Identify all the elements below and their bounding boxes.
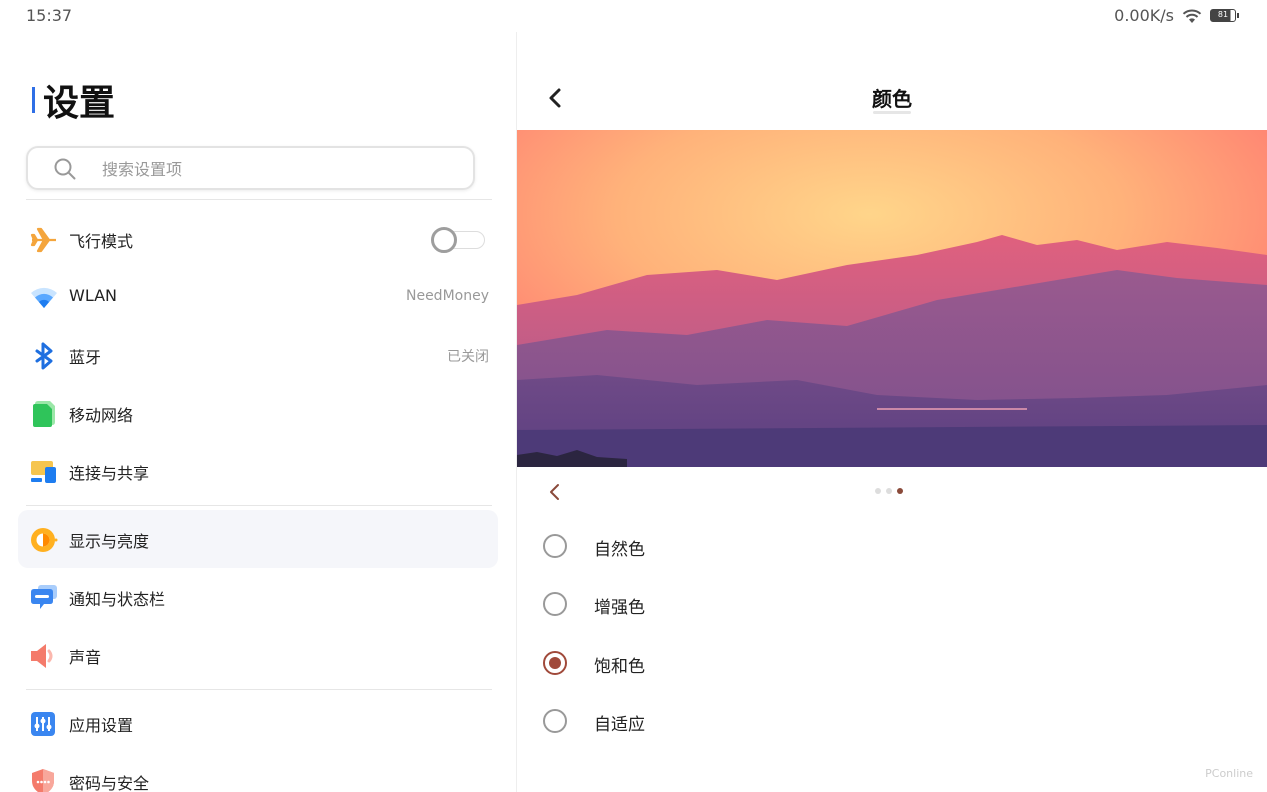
wifi-icon [1182,9,1202,23]
divider [26,505,492,506]
sidebar-item-sound[interactable]: 声音 [18,626,498,684]
search-input[interactable] [102,156,442,182]
sidebar-item-bluetooth[interactable]: 蓝牙 已关闭 [18,326,498,384]
pager-dot [886,488,892,494]
sidebar-item-label: 连接与共享 [69,464,150,483]
detail-title: 颜色 [872,87,912,111]
watermark: PConline [1205,767,1253,780]
pager-dot-active [897,488,903,494]
app-settings-icon [31,712,55,736]
wifi-icon [31,287,57,308]
status-bar: 15:37 0.00K/s 81 [0,0,1267,32]
color-detail-pane: 颜色 自然色 增强色 饱和色 自适应 [517,32,1267,792]
sidebar-item-label: 显示与亮度 [69,532,150,551]
notification-icon [31,585,57,609]
sidebar-item-label: WLAN [69,286,118,305]
settings-sidebar: 设置 飞行模式 WLAN NeedMoney 蓝牙 [0,32,516,792]
color-option-saturated[interactable]: 饱和色 [543,644,943,684]
sidebar-item-label: 蓝牙 [69,348,102,367]
pager-dot [875,488,881,494]
radio-button[interactable] [543,534,567,558]
title-underline [873,111,911,114]
sidebar-item-label: 应用设置 [69,716,134,735]
option-label: 增强色 [594,598,645,618]
sidebar-item-label: 密码与安全 [69,774,150,792]
battery-icon: 81 [1210,9,1239,22]
sidebar-item-label: 通知与状态栏 [69,590,166,609]
radio-button[interactable] [543,709,567,733]
sidebar-item-label: 声音 [69,648,102,667]
option-label: 自然色 [594,540,645,560]
sidebar-item-app-settings[interactable]: 应用设置 [18,694,498,752]
sidebar-item-wlan[interactable]: WLAN NeedMoney [18,268,498,326]
radio-button-selected[interactable] [543,651,567,675]
sidebar-item-display-brightness[interactable]: 显示与亮度 [18,510,498,568]
sidebar-item-airplane-mode[interactable]: 飞行模式 [18,210,498,268]
bluetooth-icon [35,342,53,370]
brightness-icon [31,528,58,552]
status-time: 15:37 [26,6,73,25]
connection-share-icon [31,461,56,483]
bluetooth-status: 已关闭 [447,349,489,365]
shield-icon [32,769,54,792]
option-label: 自适应 [594,715,645,735]
battery-level: 81 [1210,9,1236,22]
radio-button[interactable] [543,592,567,616]
divider [26,689,492,690]
sidebar-item-mobile-network[interactable]: 移动网络 [18,384,498,442]
airplane-icon [30,227,56,253]
previous-preview-icon[interactable] [547,482,563,502]
network-speed: 0.00K/s [1114,6,1174,25]
option-label: 饱和色 [594,657,645,677]
wlan-network-name: NeedMoney [405,288,489,304]
sidebar-item-notifications-statusbar[interactable]: 通知与状态栏 [18,568,498,626]
sidebar-item-password-security[interactable]: 密码与安全 [18,752,498,792]
color-option-adaptive[interactable]: 自适应 [543,702,943,742]
search-box[interactable] [26,146,475,190]
search-icon [54,158,76,180]
speaker-icon [31,644,53,668]
color-preview-image [517,130,1267,467]
sidebar-item-label: 移动网络 [69,406,134,425]
divider [26,199,492,200]
color-option-natural[interactable]: 自然色 [543,527,943,567]
sidebar-item-connection-sharing[interactable]: 连接与共享 [18,442,498,500]
airplane-mode-toggle[interactable] [431,227,485,253]
status-right: 0.00K/s 81 [1114,6,1239,25]
sim-card-icon [33,401,55,427]
settings-title: 设置 [43,83,116,124]
title-accent-bar [32,87,35,113]
pager-dots [875,488,903,494]
sidebar-item-label: 飞行模式 [69,232,134,251]
page-title: 设置 [32,74,115,126]
color-option-enhanced[interactable]: 增强色 [543,585,943,625]
